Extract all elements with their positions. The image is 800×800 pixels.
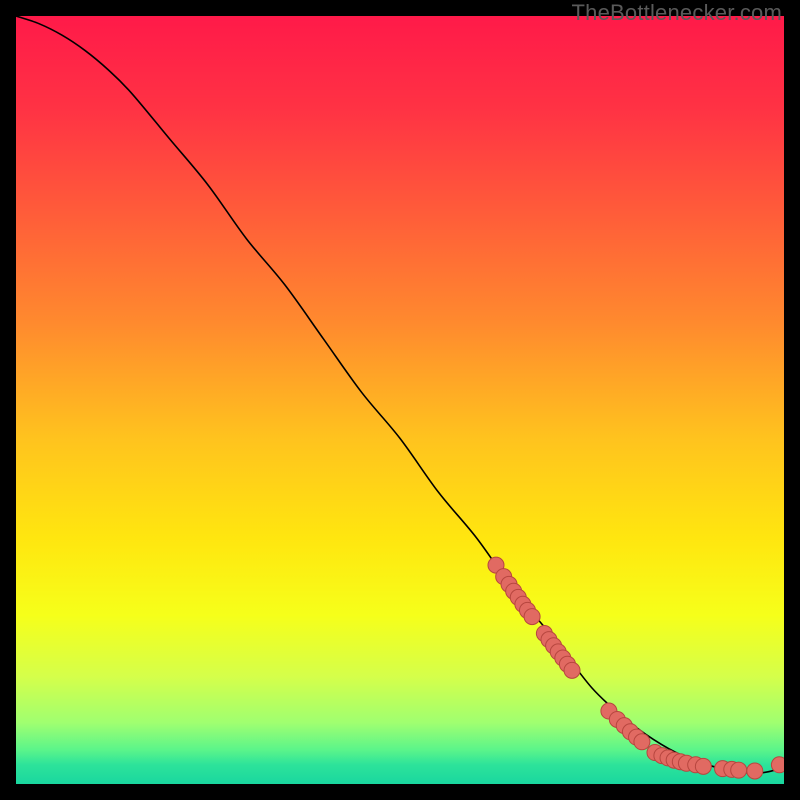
data-point (564, 662, 580, 678)
data-point (695, 758, 711, 774)
markers-layer (16, 16, 784, 784)
plot-area (16, 16, 784, 784)
chart-stage: TheBottlenecker.com (0, 0, 800, 800)
data-point (524, 609, 540, 625)
data-point (731, 762, 747, 778)
watermark-text: TheBottlenecker.com (572, 0, 782, 26)
data-point (634, 734, 650, 750)
data-point (747, 763, 763, 779)
data-point (771, 757, 784, 773)
